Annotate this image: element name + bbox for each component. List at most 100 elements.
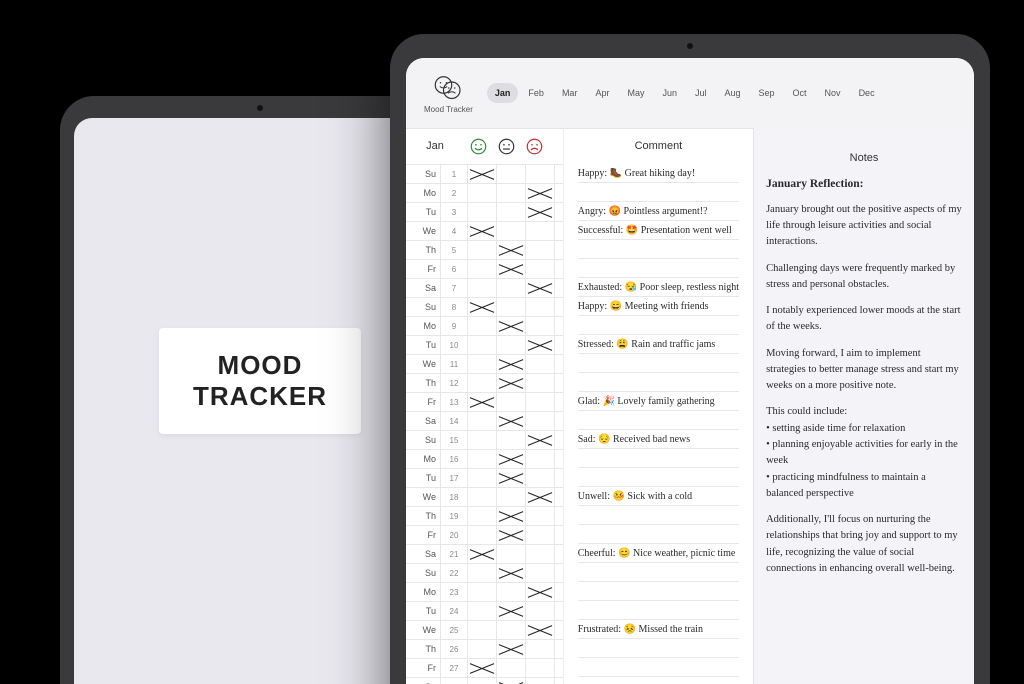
mood-cell-neutral[interactable]	[497, 640, 526, 658]
month-tab-mar[interactable]: Mar	[554, 83, 586, 103]
month-tab-oct[interactable]: Oct	[785, 83, 815, 103]
comment-line[interactable]	[578, 506, 739, 525]
mood-cell-sad[interactable]	[526, 222, 555, 240]
comment-line[interactable]	[578, 658, 739, 677]
mood-cell-sad[interactable]	[526, 374, 555, 392]
mood-cell-sad[interactable]	[526, 203, 555, 221]
mood-cell-happy[interactable]	[468, 640, 497, 658]
month-tab-jan[interactable]: Jan	[487, 83, 519, 103]
comment-line[interactable]: Exhausted: 😪 Poor sleep, restless night	[578, 278, 739, 297]
comment-line[interactable]	[578, 601, 739, 620]
mood-cell-happy[interactable]	[468, 488, 497, 506]
mood-cell-sad[interactable]	[526, 165, 555, 183]
mood-cell-neutral[interactable]	[497, 602, 526, 620]
mood-cell-sad[interactable]	[526, 336, 555, 354]
comment-line[interactable]	[578, 354, 739, 373]
mood-cell-happy[interactable]	[468, 184, 497, 202]
mood-cell-neutral[interactable]	[497, 374, 526, 392]
mood-cell-sad[interactable]	[526, 260, 555, 278]
mood-cell-neutral[interactable]	[497, 678, 526, 684]
mood-cell-neutral[interactable]	[497, 469, 526, 487]
mood-cell-happy[interactable]	[468, 298, 497, 316]
month-tab-aug[interactable]: Aug	[717, 83, 749, 103]
month-tab-apr[interactable]: Apr	[587, 83, 617, 103]
notes-body[interactable]: January Reflection:January brought out t…	[766, 176, 962, 577]
comment-line[interactable]	[578, 316, 739, 335]
mood-cell-neutral[interactable]	[497, 241, 526, 259]
comment-line[interactable]	[578, 183, 739, 202]
comment-line[interactable]	[578, 259, 739, 278]
app-logo[interactable]: Mood Tracker	[424, 73, 473, 114]
mood-cell-neutral[interactable]	[497, 317, 526, 335]
mood-cell-neutral[interactable]	[497, 488, 526, 506]
comment-line[interactable]: Cheerful: 😊 Nice weather, picnic time	[578, 544, 739, 563]
mood-cell-sad[interactable]	[526, 431, 555, 449]
mood-cell-happy[interactable]	[468, 279, 497, 297]
mood-cell-happy[interactable]	[468, 602, 497, 620]
mood-cell-sad[interactable]	[526, 355, 555, 373]
mood-cell-neutral[interactable]	[497, 431, 526, 449]
mood-cell-happy[interactable]	[468, 412, 497, 430]
comment-line[interactable]: Successful: 🤩 Presentation went well	[578, 221, 739, 240]
comment-line[interactable]	[578, 449, 739, 468]
mood-cell-sad[interactable]	[526, 279, 555, 297]
mood-cell-neutral[interactable]	[497, 621, 526, 639]
mood-cell-neutral[interactable]	[497, 393, 526, 411]
mood-cell-sad[interactable]	[526, 298, 555, 316]
month-tab-jul[interactable]: Jul	[687, 83, 715, 103]
comment-line[interactable]	[578, 411, 739, 430]
mood-cell-sad[interactable]	[526, 507, 555, 525]
mood-cell-neutral[interactable]	[497, 450, 526, 468]
month-tab-sep[interactable]: Sep	[751, 83, 783, 103]
comment-line[interactable]	[578, 240, 739, 259]
mood-cell-neutral[interactable]	[497, 507, 526, 525]
mood-cell-neutral[interactable]	[497, 659, 526, 677]
mood-cell-happy[interactable]	[468, 260, 497, 278]
mood-cell-happy[interactable]	[468, 165, 497, 183]
mood-cell-sad[interactable]	[526, 678, 555, 684]
mood-cell-neutral[interactable]	[497, 526, 526, 544]
comment-line[interactable]	[578, 525, 739, 544]
mood-cell-sad[interactable]	[526, 488, 555, 506]
mood-cell-neutral[interactable]	[497, 203, 526, 221]
mood-cell-sad[interactable]	[526, 241, 555, 259]
month-tab-dec[interactable]: Dec	[851, 83, 883, 103]
mood-cell-neutral[interactable]	[497, 412, 526, 430]
mood-cell-neutral[interactable]	[497, 298, 526, 316]
mood-cell-happy[interactable]	[468, 507, 497, 525]
mood-cell-sad[interactable]	[526, 184, 555, 202]
mood-cell-sad[interactable]	[526, 450, 555, 468]
comment-line[interactable]	[578, 582, 739, 601]
mood-cell-sad[interactable]	[526, 602, 555, 620]
comment-line[interactable]	[578, 677, 739, 684]
comment-line[interactable]	[578, 563, 739, 582]
mood-cell-happy[interactable]	[468, 222, 497, 240]
mood-cell-neutral[interactable]	[497, 355, 526, 373]
mood-cell-sad[interactable]	[526, 317, 555, 335]
comment-line[interactable]: Stressed: 😩 Rain and traffic jams	[578, 335, 739, 354]
comment-line[interactable]: Happy: 😄 Meeting with friends	[578, 297, 739, 316]
mood-cell-sad[interactable]	[526, 393, 555, 411]
month-tab-jun[interactable]: Jun	[654, 83, 685, 103]
mood-cell-happy[interactable]	[468, 621, 497, 639]
comment-line[interactable]: Sad: 😔 Received bad news	[578, 430, 739, 449]
comment-line[interactable]	[578, 373, 739, 392]
comment-line[interactable]: Unwell: 🤒 Sick with a cold	[578, 487, 739, 506]
comment-line[interactable]	[578, 468, 739, 487]
mood-cell-happy[interactable]	[468, 355, 497, 373]
mood-cell-sad[interactable]	[526, 526, 555, 544]
mood-cell-happy[interactable]	[468, 469, 497, 487]
mood-cell-neutral[interactable]	[497, 165, 526, 183]
mood-cell-neutral[interactable]	[497, 184, 526, 202]
comment-line[interactable]: Angry: 😡 Pointless argument!?	[578, 202, 739, 221]
month-tab-may[interactable]: May	[619, 83, 652, 103]
month-tab-feb[interactable]: Feb	[520, 83, 552, 103]
mood-cell-happy[interactable]	[468, 203, 497, 221]
mood-cell-sad[interactable]	[526, 621, 555, 639]
comment-line[interactable]: Happy: 🥾 Great hiking day!	[578, 164, 739, 183]
mood-cell-neutral[interactable]	[497, 279, 526, 297]
mood-cell-neutral[interactable]	[497, 583, 526, 601]
comment-line[interactable]: Frustrated: 😣 Missed the train	[578, 620, 739, 639]
mood-cell-happy[interactable]	[468, 336, 497, 354]
mood-cell-happy[interactable]	[468, 583, 497, 601]
